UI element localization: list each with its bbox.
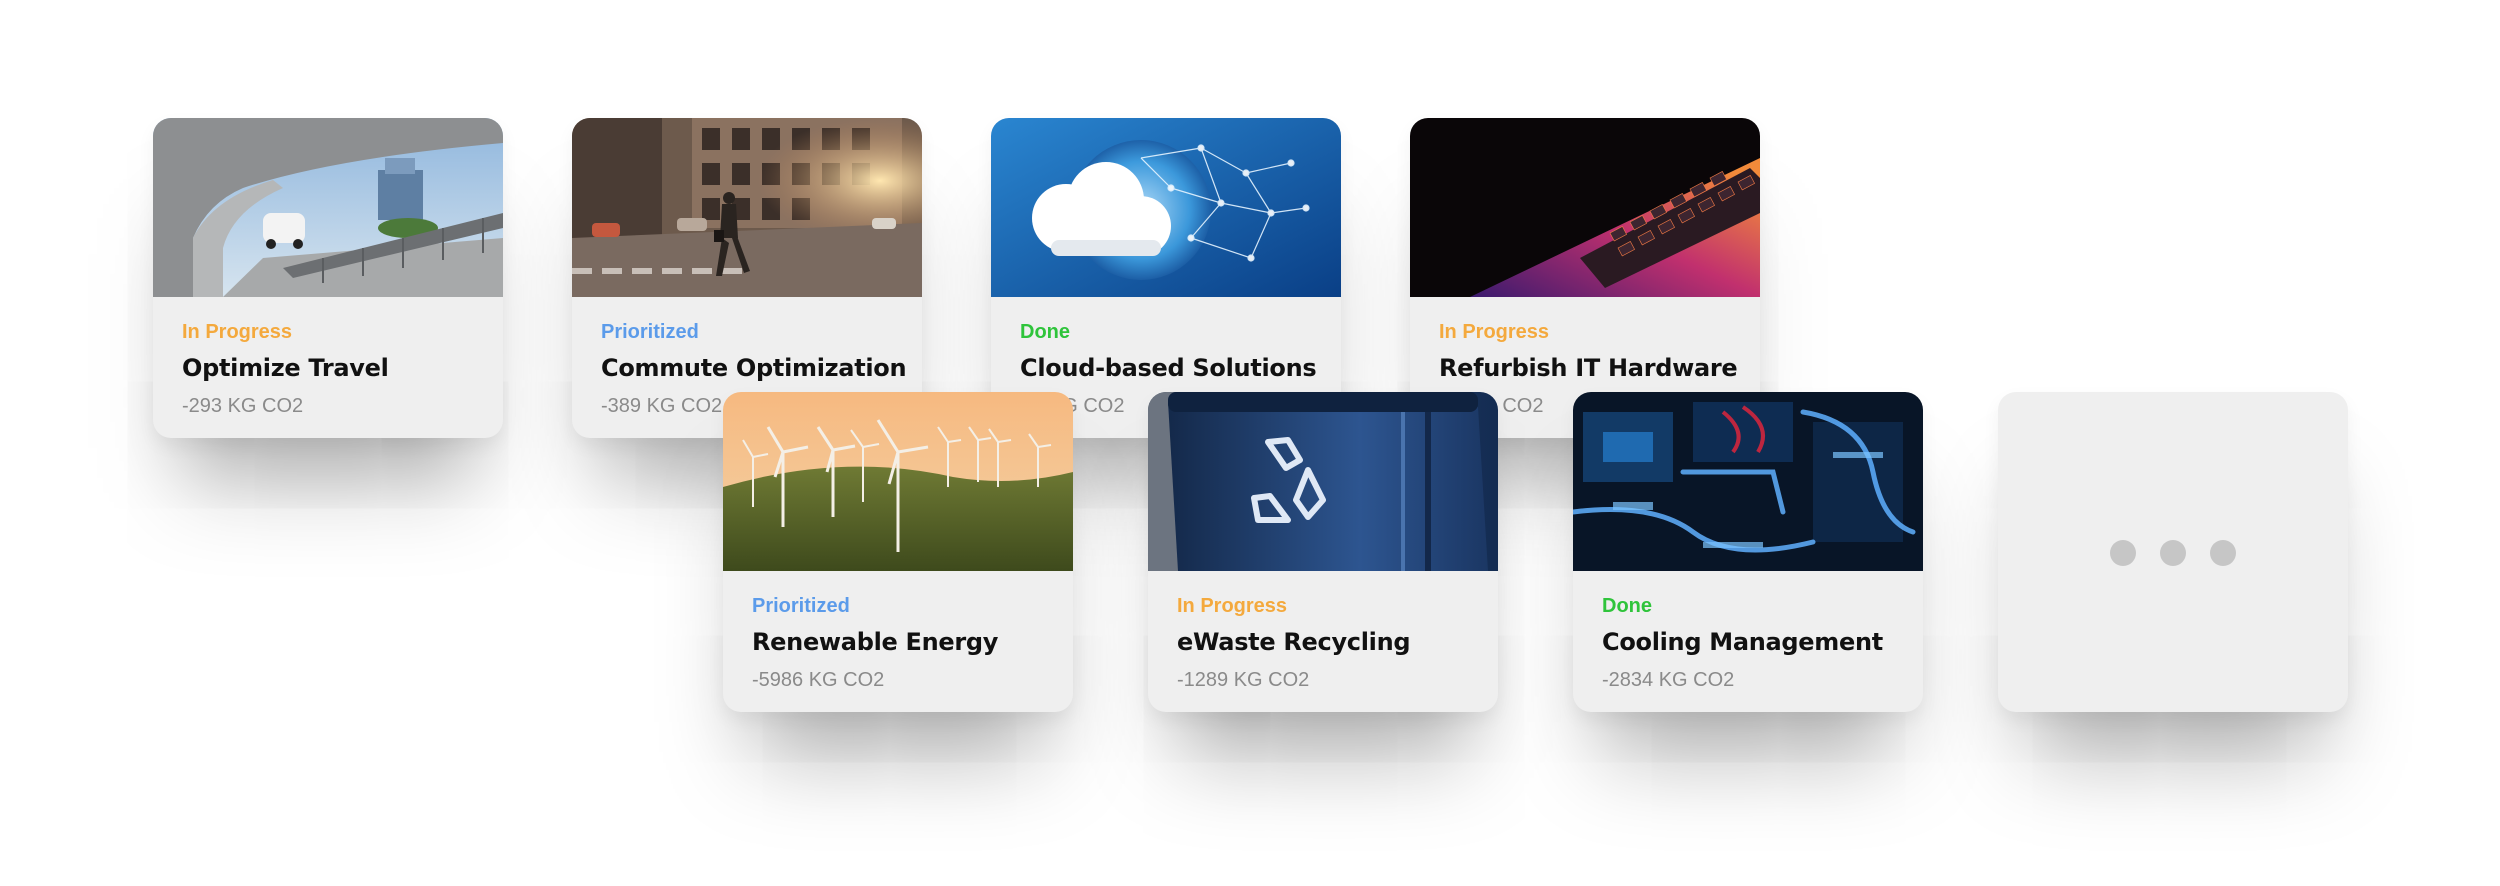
card-title: Refurbish IT Hardware <box>1439 354 1738 382</box>
card-cooling-management[interactable]: Done Cooling Management -2834 KG CO2 <box>1573 392 1923 712</box>
status-label: In Progress <box>1177 595 1288 617</box>
co2-amount: -389 KG CO2 <box>601 395 723 417</box>
card-title: eWaste Recycling <box>1177 628 1411 656</box>
card-ewaste-recycling[interactable]: In Progress eWaste Recycling -1289 KG CO… <box>1148 392 1498 712</box>
status-label: Done <box>1602 595 1652 617</box>
status-label: Prioritized <box>752 595 850 617</box>
card-title: Commute Optimization <box>601 354 907 382</box>
card-title: Cloud-based Solutions <box>1020 354 1317 382</box>
status-label: In Progress <box>182 321 293 343</box>
status-label: Done <box>1020 321 1070 343</box>
card-refurbish-it-hardware[interactable]: In Progress Refurbish IT Hardware -... K… <box>1410 118 1760 438</box>
co2-amount: -5986 KG CO2 <box>752 669 885 691</box>
card-commute-optimization[interactable]: Prioritized Commute Optimization -389 KG… <box>572 118 922 438</box>
co2-amount: -1289 KG CO2 <box>1177 669 1310 691</box>
co2-amount: -293 KG CO2 <box>182 395 304 417</box>
server-cooling-photo <box>1573 392 1923 571</box>
card-renewable-energy[interactable]: Prioritized Renewable Energy -5986 KG CO… <box>723 392 1073 712</box>
laptop-keyboard-photo <box>1410 118 1760 297</box>
city-commuter-photo <box>572 118 922 297</box>
car-on-bridge-photo <box>153 118 503 297</box>
card-optimize-travel[interactable]: In Progress Optimize Travel -293 KG CO2 <box>153 118 503 438</box>
co2-amount: -2834 KG CO2 <box>1602 669 1735 691</box>
card-title: Renewable Energy <box>752 628 999 656</box>
card-title: Cooling Management <box>1602 628 1883 656</box>
card-cloud-based-solutions[interactable]: Done Cloud-based Solutions -... KG CO2 <box>991 118 1341 438</box>
dot <box>2110 540 2136 566</box>
card-title: Optimize Travel <box>182 354 389 382</box>
status-label: Prioritized <box>601 321 699 343</box>
wind-turbines-photo <box>723 392 1073 571</box>
recycling-bin-photo <box>1148 392 1498 571</box>
more-dots-icon <box>2110 540 2236 566</box>
dot <box>2210 540 2236 566</box>
status-label: In Progress <box>1439 321 1550 343</box>
cloud-network-globe-photo <box>991 118 1341 297</box>
more-card[interactable] <box>1998 392 2348 712</box>
dot <box>2160 540 2186 566</box>
